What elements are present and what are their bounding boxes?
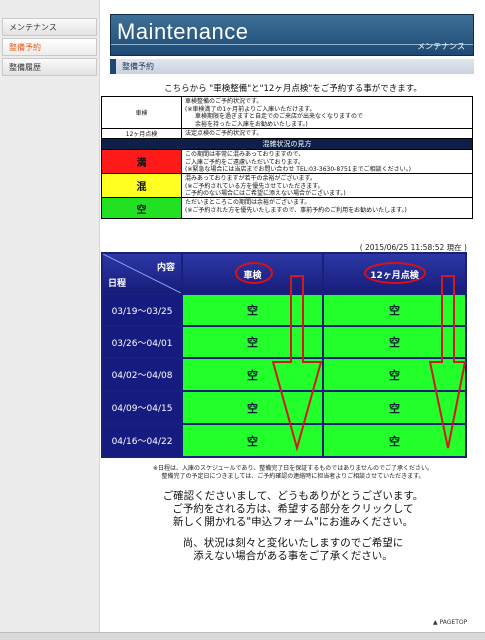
row-period: 04/02～04/08: [103, 359, 181, 390]
column-header-shaken: 車検: [183, 254, 322, 293]
thanks-line: 新しく開かれる"申込フォーム"にお進みください。: [172, 516, 414, 528]
legend-symbol-crowded: 混: [102, 174, 182, 197]
page-footer-bar: [0, 632, 485, 640]
column-label-shaken: 車検: [243, 271, 262, 281]
legend-desc-tenken: 法定点検のご予約状況です。: [185, 130, 263, 137]
header-date-label: 日程: [108, 279, 127, 289]
legend-label-shaken: 車検: [102, 97, 182, 128]
header-content-label: 内容: [156, 263, 175, 273]
legend-row-tenken: 12ヶ月点検 法定点検のご予約状況です。: [102, 129, 472, 139]
legend-desc-line: ご予約のない場合にはご希望に添えない場合がございます。): [185, 190, 346, 197]
thanks-line: ご予約をされる方は、希望する部分をクリックして: [172, 503, 414, 515]
intro-text: こちらから "車検整備"と"12ヶ月点検"をご予約する事ができます。: [164, 84, 422, 94]
legend-desc-line: 車検期限を過ぎますと自走でのご来店が出来なくなりますので: [195, 113, 364, 120]
sidebar: メンテナンス 整備予約 整備履歴: [0, 0, 100, 632]
sidebar-item-reservation[interactable]: 整備予約: [2, 38, 97, 56]
thanks-message: ご確認くださいまして、どうもありがとうございます。 ご予約をされる方は、希望する…: [101, 490, 485, 529]
slot-shaken[interactable]: 空: [183, 295, 322, 325]
page-title: Maintenance: [117, 19, 249, 44]
row-period: 04/09～04/15: [103, 392, 181, 423]
legend-row-shaken: 車検 車検整備のご予約状況です。 (※車検満了の1ヶ月前よりご入庫いただけます。…: [102, 97, 472, 129]
thanks-line: ご確認くださいまして、どうもありがとうございます。: [162, 490, 424, 502]
note-line: 整備完了の予定日につきましては、ご予約確認の連絡時に担当者よりご相談させていただ…: [161, 473, 425, 480]
section-heading: 整備予約: [110, 59, 474, 74]
legend-desc-line: ご入庫ご予約をご遠慮いただいております。: [185, 158, 305, 166]
legend-desc-line: (※ご予約されている方を優先させていただきます。: [185, 182, 324, 190]
page-banner: Maintenance メンテナンス: [110, 14, 474, 56]
legend-desc-shaken: 車検整備のご予約状況です。 (※車検満了の1ヶ月前よりご入庫いただけます。 車検…: [182, 97, 472, 128]
legend-row-available: 空 ただいまところこの期間は余裕がございます。 (※ご予約された方を優先いたしま…: [102, 198, 472, 218]
slot-tenken[interactable]: 空: [324, 295, 465, 325]
page-subtitle: メンテナンス: [417, 42, 465, 51]
pagetop-label: PAGETOP: [439, 619, 468, 626]
main-content: Maintenance メンテナンス 整備予約 こちらから "車検整備"と"12…: [101, 0, 485, 632]
caution-line: 尚、状況は刻々と変化いたしますのでご希望に: [182, 537, 404, 549]
caution-line: 添えない場合がある事をご了承ください。: [193, 550, 393, 562]
row-period: 04/16～04/22: [103, 425, 181, 456]
slot-shaken[interactable]: 空: [183, 392, 322, 423]
legend-desc-line: この期間は非常に混みあっておりますので、: [185, 151, 305, 158]
legend-desc-line: ただいまところこの期間は余裕がございます。: [185, 199, 311, 206]
slot-tenken[interactable]: 空: [324, 392, 465, 423]
legend-symbol-full: 満: [102, 150, 182, 173]
slot-shaken[interactable]: 空: [183, 327, 322, 357]
schedule-grid: 内容 日程 車検 12ヶ月点検 03/19～03/25 空 空 03/26～04…: [101, 252, 467, 458]
legend-desc-line: 車検整備のご予約状況です。: [185, 98, 263, 105]
legend-desc-line: 混みあっておりますが若干の余裕がございます。: [185, 175, 316, 182]
legend-desc-crowded: 混みあっておりますが若干の余裕がございます。 (※ご予約されている方を優先させて…: [182, 174, 472, 197]
legend-heading: 混雑状況の見方: [102, 139, 472, 150]
slot-shaken[interactable]: 空: [183, 359, 322, 390]
legend-desc-full: この期間は非常に混みあっておりますので、 ご入庫ご予約をご遠慮いただいております…: [182, 150, 472, 173]
legend-table: 車検 車検整備のご予約状況です。 (※車検満了の1ヶ月前よりご入庫いただけます。…: [101, 96, 473, 219]
legend-desc-line: (※緊急な場合には当店までお問い合わせ TEL:03-3630-8751までご相…: [185, 166, 411, 173]
row-period: 03/26～04/01: [103, 327, 181, 357]
legend-row-full: 満 この期間は非常に混みあっておりますので、 ご入庫ご予約をご遠慮いただいており…: [102, 150, 472, 174]
slot-shaken[interactable]: 空: [183, 425, 322, 456]
grid-corner-header: 内容 日程: [103, 254, 181, 293]
legend-symbol-available: 空: [102, 198, 182, 218]
sidebar-item-history[interactable]: 整備履歴: [2, 58, 97, 76]
slot-tenken[interactable]: 空: [324, 425, 465, 456]
schedule-note: ※日程は、入庫のスケジュールであり、整備完了日を保証するものではありませんのでご…: [101, 465, 485, 481]
slot-tenken[interactable]: 空: [324, 359, 465, 390]
legend-desc-available: ただいまところこの期間は余裕がございます。 (※ご予約された方を優先いたしますの…: [182, 198, 472, 218]
row-period: 03/19～03/25: [103, 295, 181, 325]
column-label-tenken: 12ヶ月点検: [370, 271, 419, 281]
legend-desc-line: 余裕を持ったご入庫をお勧めいたします。): [195, 120, 308, 128]
column-header-tenken: 12ヶ月点検: [324, 254, 465, 293]
legend-desc-line: (※ご予約された方を優先いたしますので、事前予約のご利用をお勧めいたします。): [185, 206, 407, 214]
legend-desc-line: (※車検満了の1ヶ月前よりご入庫いただけます。: [185, 105, 316, 113]
legend-row-crowded: 混 混みあっておりますが若干の余裕がございます。 (※ご予約されている方を優先さ…: [102, 174, 472, 198]
sidebar-item-maintenance[interactable]: メンテナンス: [2, 18, 97, 36]
note-line: ※日程は、入庫のスケジュールであり、整備完了日を保証するものではありませんのでご…: [152, 465, 434, 472]
legend-label-tenken: 12ヶ月点検: [102, 129, 182, 138]
caution-message: 尚、状況は刻々と変化いたしますのでご希望に 添えない場合がある事をご了承ください…: [101, 537, 485, 563]
pagetop-link[interactable]: ▲ PAGETOP: [433, 619, 467, 626]
slot-tenken[interactable]: 空: [324, 327, 465, 357]
